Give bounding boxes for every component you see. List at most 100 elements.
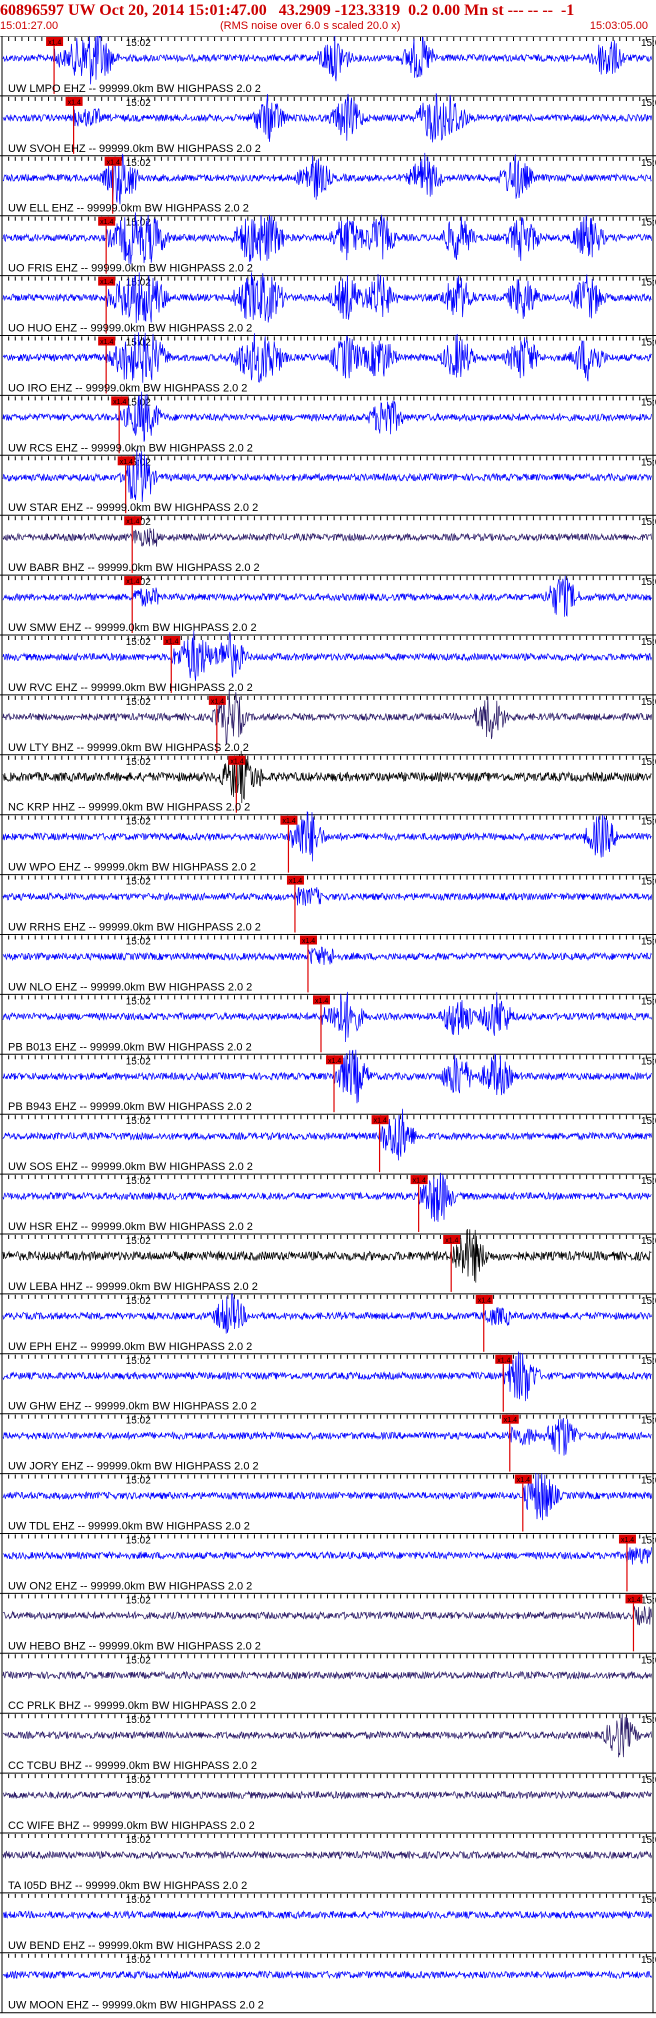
waveform-trace: [3, 1910, 652, 1920]
tick-label: 15:03: [641, 1536, 656, 1547]
pick-label: x1.4: [100, 339, 113, 346]
waveform-trace: [2, 887, 652, 906]
station-label: TA I05D BHZ -- 99999.0km BW HIGHPASS 2.0…: [8, 1880, 247, 1892]
tick-label: 15:03: [641, 817, 656, 828]
waveform-trace: [2, 1790, 652, 1800]
tick-label: 15:02: [126, 1655, 151, 1666]
tick-label: 15:03: [641, 1476, 656, 1487]
station-label: UW HSR EHZ -- 99999.0km BW HIGHPASS 2.0 …: [8, 1221, 253, 1233]
pick-label: x1.4: [478, 1297, 491, 1304]
tick-label: 15:02: [126, 1296, 151, 1307]
tick-label: 15:03: [641, 218, 656, 229]
station-label: UW EPH EHZ -- 99999.0km BW HIGHPASS 2.0 …: [8, 1341, 252, 1353]
tick-label: 15:03: [641, 877, 656, 888]
tick-label: 15:02: [126, 637, 151, 648]
tick-label: 15:02: [126, 1715, 151, 1726]
pick-label: x1.4: [165, 639, 178, 646]
tick-label: 15:03: [641, 158, 656, 169]
pick-label: x1.4: [100, 279, 113, 286]
header-bar: 60896597 UW Oct 20, 2014 15:01:47.00 43.…: [0, 0, 656, 36]
tick-label: 15:02: [126, 1595, 151, 1606]
tick-label: 15:02: [126, 1775, 151, 1786]
station-label: UW STAR EHZ -- 99999.0km BW HIGHPASS 2.0…: [8, 502, 258, 514]
waveform-trace: [2, 36, 652, 85]
station-label: UW ON2 EHZ -- 99999.0km BW HIGHPASS 2.0 …: [8, 1580, 252, 1592]
tick-label: 15:03: [641, 1176, 656, 1187]
tick-label: 15:02: [126, 1835, 151, 1846]
station-label: UO IRO EHZ -- 99999.0km BW HIGHPASS 2.0 …: [8, 382, 247, 394]
pick-label: x1.4: [328, 1058, 341, 1065]
pick-label: x1.4: [315, 998, 328, 1005]
station-label: CC WIFE BHZ -- 99999.0km BW HIGHPASS 2.0…: [8, 1820, 255, 1832]
tick-label: 15:02: [126, 278, 151, 289]
waveform-trace: [2, 1293, 652, 1334]
tick-label: 15:03: [641, 1835, 656, 1846]
tick-label: 15:02: [126, 158, 151, 169]
tick-label: 15:03: [641, 697, 656, 708]
waveform-trace: [2, 1418, 652, 1456]
station-label: CC TCBU BHZ -- 99999.0km BW HIGHPASS 2.0…: [8, 1760, 257, 1772]
tick-label: 15:02: [126, 98, 151, 109]
tick-label: 15:03: [641, 338, 656, 349]
tick-label: 15:03: [641, 757, 656, 768]
station-label: UW JORY EHZ -- 99999.0km BW HIGHPASS 2.0…: [8, 1461, 259, 1473]
pick-label: x1.4: [126, 519, 139, 526]
waveform-trace: [2, 1547, 652, 1565]
station-label: UW HEBO BHZ -- 99999.0km BW HIGHPASS 2.0…: [8, 1640, 261, 1652]
tick-label: 15:02: [126, 1895, 151, 1906]
tick-label: 15:02: [126, 996, 151, 1007]
station-label: UW SVOH EHZ -- 99999.0km BW HIGHPASS 2.0…: [8, 143, 261, 155]
pick-label: x1.4: [107, 159, 120, 166]
tick-label: 15:02: [126, 877, 151, 888]
pick-label: x1.4: [120, 459, 133, 466]
waveform-trace: [2, 1850, 652, 1860]
tick-label: 15:03: [641, 1236, 656, 1247]
waveform-trace: [2, 527, 652, 547]
tick-label: 15:03: [641, 1895, 656, 1906]
tick-label: 15:02: [126, 1416, 151, 1427]
tick-label: 15:03: [641, 1775, 656, 1786]
tick-label: 15:02: [126, 1536, 151, 1547]
tick-label: 15:03: [641, 397, 656, 408]
station-label: UW MOON EHZ -- 99999.0km BW HIGHPASS 2.0…: [8, 2000, 264, 2012]
station-label: PB B013 EHZ -- 99999.0km BW HIGHPASS 2.0…: [8, 1041, 252, 1053]
tick-label: 15:03: [641, 937, 656, 948]
station-label: UW SMW EHZ -- 99999.0km BW HIGHPASS 2.0 …: [8, 622, 257, 634]
tick-label: 15:03: [641, 1296, 656, 1307]
tick-label: 15:02: [126, 1356, 151, 1367]
waveform-trace: [2, 1472, 652, 1521]
tick-label: 15:03: [641, 38, 656, 49]
pick-label: x1.4: [289, 878, 302, 885]
pick-label: x1.4: [211, 698, 224, 705]
pick-label: x1.4: [230, 758, 243, 765]
tick-label: 15:03: [641, 637, 656, 648]
waveform-trace: [2, 1172, 652, 1222]
station-label: UW RVC EHZ -- 99999.0km BW HIGHPASS 2.0 …: [8, 682, 253, 694]
tick-label: 15:03: [641, 577, 656, 588]
rms-note: (RMS noise over 6.0 s scaled 20.0 x): [220, 20, 401, 32]
tick-label: 15:03: [641, 1116, 656, 1127]
tick-label: 15:02: [126, 757, 151, 768]
tick-label: 15:02: [126, 817, 151, 828]
pick-label: x1.4: [48, 40, 61, 47]
station-label: UW ELL EHZ -- 99999.0km BW HIGHPASS 2.0 …: [8, 203, 249, 215]
tick-label: 15:03: [641, 1595, 656, 1606]
waveform-trace: [2, 1970, 652, 1980]
tick-label: 15:02: [126, 697, 151, 708]
tick-label: 15:02: [126, 1955, 151, 1966]
station-label: UW RRHS EHZ -- 99999.0km BW HIGHPASS 2.0…: [8, 922, 261, 934]
end-time: 15:03:05.00: [589, 20, 648, 32]
event-title: 60896597 UW Oct 20, 2014 15:01:47.00 43.…: [0, 2, 575, 19]
station-label: UW LMPO EHZ -- 99999.0km BW HIGHPASS 2.0…: [8, 83, 261, 95]
pick-label: x1.4: [504, 1417, 517, 1424]
pick-label: x1.4: [627, 1597, 640, 1604]
tick-label: 15:03: [641, 996, 656, 1007]
waveform-trace: [2, 1670, 652, 1680]
station-label: NC KRP HHZ -- 99999.0km BW HIGHPASS 2.0 …: [8, 802, 250, 814]
seismogram-plot: 15:02 15:03 x1.4 UW LMPO EHZ -- 99999.0km B…: [0, 36, 656, 2014]
waveform-trace: [2, 1606, 652, 1626]
station-label: UW RCS EHZ -- 99999.0km BW HIGHPASS 2.0 …: [8, 442, 253, 454]
pick-label: x1.4: [68, 99, 81, 106]
waveform-trace: [2, 1713, 652, 1758]
tick-label: 15:02: [126, 38, 151, 49]
